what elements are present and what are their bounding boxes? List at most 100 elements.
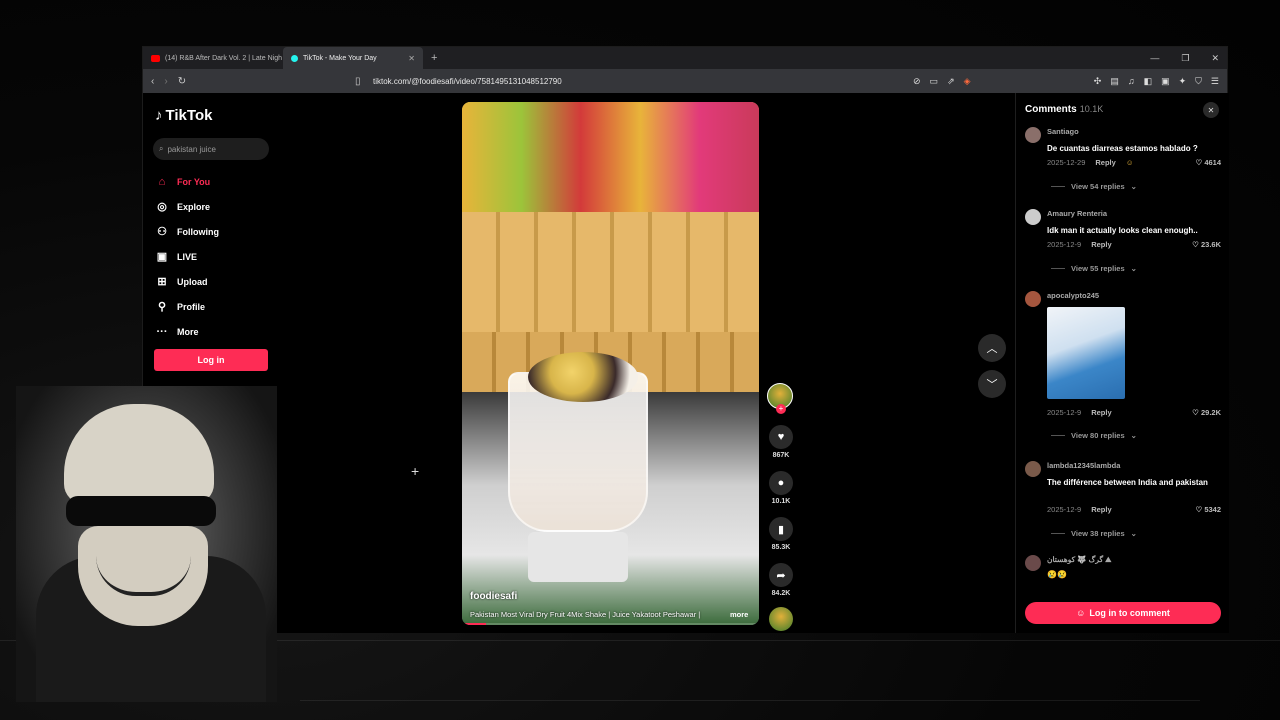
cursor-crosshair-icon: + xyxy=(411,463,420,479)
back-icon[interactable]: ‹ xyxy=(151,76,154,87)
minimize-icon[interactable]: — xyxy=(1150,53,1159,64)
extensions-icon[interactable]: ✣ xyxy=(1094,76,1102,87)
view-replies-button[interactable]: View 54 replies ⌄ xyxy=(1051,182,1137,191)
brave-shield-icon[interactable]: ◈ xyxy=(964,76,971,87)
comment-username[interactable]: apocalypto245 xyxy=(1047,291,1099,300)
heart-outline-icon: ♡ xyxy=(1192,240,1199,249)
comment-text: The différence between India and pakista… xyxy=(1047,478,1208,487)
chevron-down-icon: ⌄ xyxy=(1130,182,1137,191)
action-bar: + ♥ 867K ● 10.1K ▮ 85.3K ➦ 84.2K xyxy=(767,383,795,631)
vpn-icon[interactable]: ⛉ xyxy=(1195,76,1202,87)
comment-username[interactable]: Santiago xyxy=(1047,127,1079,136)
video-player[interactable]: foodiesafi Pakistan Most Viral Dry Fruit… xyxy=(462,102,759,625)
bookmark-icon[interactable]: ▮ xyxy=(769,517,793,541)
previous-video-button[interactable]: ︿ xyxy=(978,334,1006,362)
sidebar-item-more[interactable]: ··· More xyxy=(155,319,219,344)
reply-button[interactable]: Reply xyxy=(1091,240,1111,249)
reader-icon[interactable]: ▤ xyxy=(1110,76,1119,87)
sidebar-item-label: More xyxy=(177,326,199,337)
video-username[interactable]: foodiesafi xyxy=(470,591,517,602)
sidebar-item-following[interactable]: ⚇ Following xyxy=(155,219,219,244)
no-tracking-icon[interactable]: ⊘ xyxy=(913,76,921,87)
comment-username[interactable]: گرگ 🐺 کوهستان ⛰ xyxy=(1047,555,1111,565)
share-arrow-icon[interactable]: ➦ xyxy=(769,563,793,587)
music-icon[interactable]: ♫ xyxy=(1128,76,1135,87)
avatar[interactable] xyxy=(1025,209,1041,225)
close-window-icon[interactable]: ✕ xyxy=(1211,53,1219,64)
sidebar-item-profile[interactable]: ⚲ Profile xyxy=(155,294,219,319)
url-field[interactable]: tiktok.com/@foodiesafi/video/75814951310… xyxy=(373,77,562,86)
creator-avatar[interactable]: + xyxy=(767,383,793,414)
more-link[interactable]: more xyxy=(730,610,748,619)
reply-button[interactable]: Reply xyxy=(1095,158,1115,167)
view-replies-button[interactable]: View 55 replies ⌄ xyxy=(1051,264,1137,273)
next-video-button[interactable]: ﹀ xyxy=(978,370,1006,398)
new-tab-button[interactable]: + xyxy=(423,52,445,64)
video-progress-bar[interactable] xyxy=(462,623,759,625)
comment-like-count: 29.2K xyxy=(1200,408,1221,417)
avatar[interactable] xyxy=(1025,127,1041,143)
comment-item: lambda12345lambda The différence between… xyxy=(1025,461,1221,541)
view-replies-button[interactable]: View 38 replies ⌄ xyxy=(1051,529,1137,538)
comment-like[interactable]: ♡ 4614 xyxy=(1195,158,1221,167)
login-button[interactable]: Log in xyxy=(154,349,268,371)
comment-image-blue-glove[interactable] xyxy=(1047,307,1125,399)
comment-meta: 2025-12-9 Reply xyxy=(1047,240,1112,249)
login-to-comment-button[interactable]: ☺ Log in to comment xyxy=(1025,602,1221,624)
avatar[interactable] xyxy=(1025,291,1041,307)
sidebar-item-label: Explore xyxy=(177,201,211,212)
comment-like[interactable]: ♡ 29.2K xyxy=(1192,408,1221,417)
sidebar-item-explore[interactable]: ◎ Explore xyxy=(155,194,219,219)
comment-like[interactable]: ♡ 5342 xyxy=(1195,505,1221,514)
bookmark-icon[interactable]: ▯ xyxy=(355,76,361,87)
sidebar-item-for-you[interactable]: ⌂ For You xyxy=(155,169,219,194)
share-icon[interactable]: ⇗ xyxy=(947,76,955,87)
sound-avatar[interactable] xyxy=(769,607,793,631)
comments-title: Comments xyxy=(1025,104,1077,115)
tiktok-logo[interactable]: ♪ TikTok xyxy=(155,107,212,124)
page-actions: ⊘ ▭ ⇗ ◈ xyxy=(913,76,971,87)
tab-youtube[interactable]: (14) R&B After Dark Vol. 2 | Late Nigh xyxy=(143,47,283,69)
heart-icon[interactable]: ♥ xyxy=(769,425,793,449)
logo-text: TikTok xyxy=(165,107,213,124)
chevron-down-icon: ⌄ xyxy=(1130,431,1137,440)
sidebar-item-upload[interactable]: ⊞ Upload xyxy=(155,269,219,294)
tab-tiktok[interactable]: TikTok - Make Your Day ✕ xyxy=(283,47,423,69)
save-action[interactable]: ▮ 85.3K xyxy=(767,517,795,551)
share-action[interactable]: ➦ 84.2K xyxy=(767,563,795,597)
tab-bar: (14) R&B After Dark Vol. 2 | Late Nigh T… xyxy=(143,47,1227,69)
follow-plus-icon[interactable]: + xyxy=(776,404,786,414)
compass-icon: ◎ xyxy=(157,201,167,213)
divider xyxy=(1051,186,1065,187)
avatar[interactable] xyxy=(1025,461,1041,477)
maximize-icon[interactable]: ❐ xyxy=(1181,53,1189,64)
sidebar-item-label: Upload xyxy=(177,276,208,287)
forward-icon[interactable]: › xyxy=(164,76,167,87)
comment-like[interactable]: ♡ 23.6K xyxy=(1192,240,1221,249)
comment-username[interactable]: lambda12345lambda xyxy=(1047,461,1120,470)
comment-date: 2025-12-29 xyxy=(1047,158,1086,167)
sidebar-item-live[interactable]: ▣ LIVE xyxy=(155,244,219,269)
view-replies-button[interactable]: View 80 replies ⌄ xyxy=(1051,431,1137,440)
reload-icon[interactable]: ↻ xyxy=(178,76,186,87)
view-replies-label: View 38 replies xyxy=(1071,529,1125,538)
screen-icon[interactable]: ▭ xyxy=(930,76,939,87)
close-comments-icon[interactable]: ✕ xyxy=(1203,102,1219,118)
avatar[interactable] xyxy=(1025,555,1041,571)
like-action[interactable]: ♥ 867K xyxy=(767,425,795,459)
reply-button[interactable]: Reply xyxy=(1091,408,1111,417)
menu-icon[interactable]: ☰ xyxy=(1211,76,1219,87)
comment-text: De cuantas diarreas estamos hablado ? xyxy=(1047,144,1198,153)
comment-action[interactable]: ● 10.1K xyxy=(767,471,795,505)
save-count: 85.3K xyxy=(771,544,791,551)
wallet-icon[interactable]: ▣ xyxy=(1161,76,1170,87)
comment-bubble-icon[interactable]: ● xyxy=(769,471,793,495)
close-tab-icon[interactable]: ✕ xyxy=(408,54,415,63)
leo-icon[interactable]: ✦ xyxy=(1179,76,1187,87)
heart-outline-icon: ♡ xyxy=(1195,158,1203,167)
reply-button[interactable]: Reply xyxy=(1091,505,1111,514)
sidebar-item-label: For You xyxy=(177,176,211,187)
search-input[interactable]: ⌕ pakistan juice xyxy=(153,138,269,160)
comment-username[interactable]: Amaury Renteria xyxy=(1047,209,1107,218)
sidebar-icon[interactable]: ◧ xyxy=(1144,76,1153,87)
